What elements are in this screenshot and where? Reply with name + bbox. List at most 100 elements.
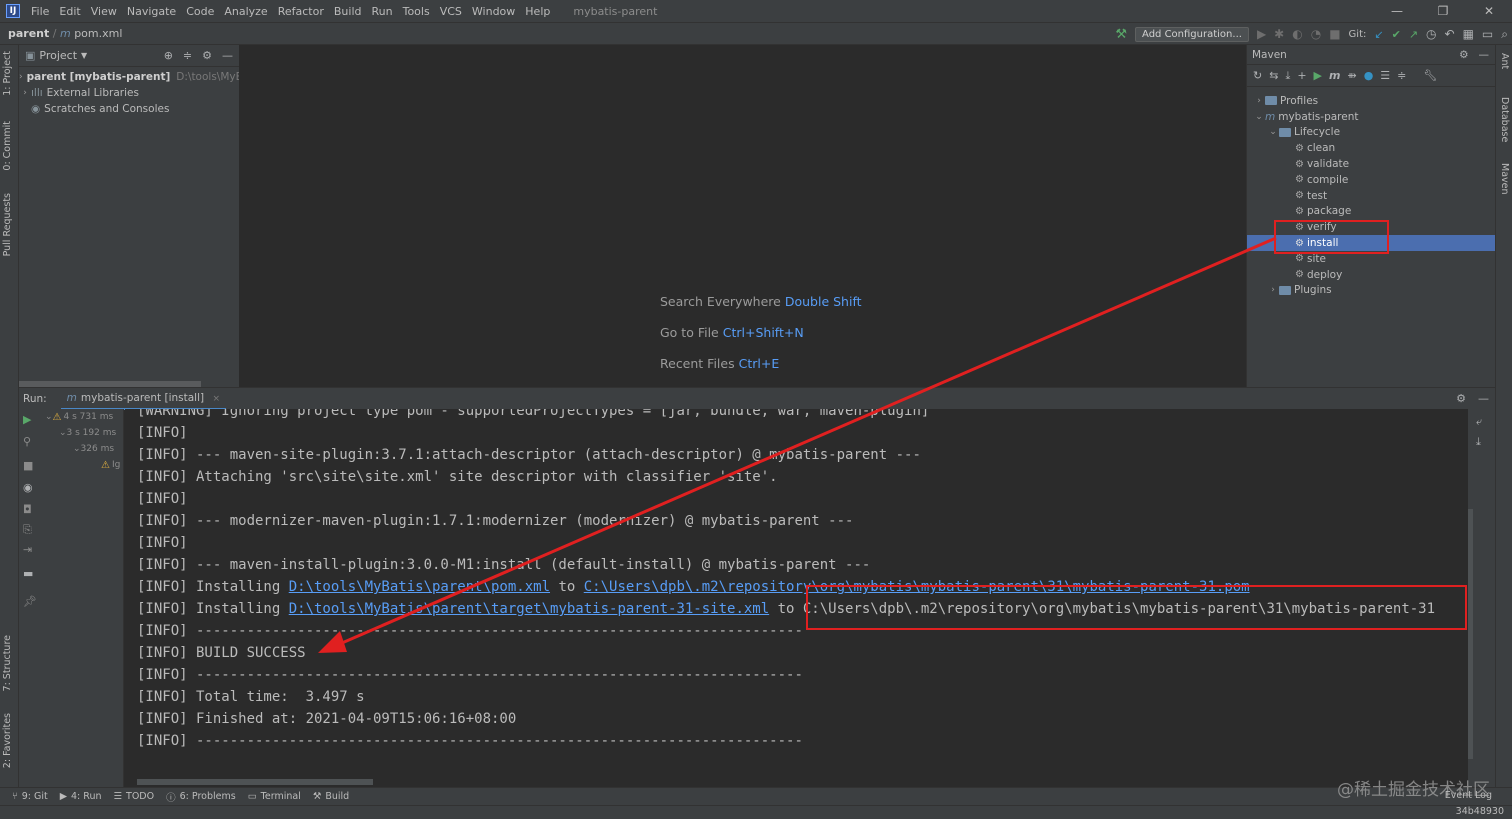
eye-icon[interactable]: ◉ [23, 481, 33, 494]
debug-icon[interactable]: ✱ [1274, 27, 1284, 41]
breadcrumb-project[interactable]: parent [8, 27, 49, 40]
login-icon[interactable]: ⇥ [23, 543, 32, 556]
chevron-right-icon[interactable]: › [19, 72, 23, 82]
run-tree-item[interactable]: ⌄ 3 s 192 ms [39, 425, 123, 441]
run-icon[interactable]: ▶ [1257, 27, 1266, 41]
download-icon[interactable]: ⤓ [1285, 69, 1290, 83]
search-icon[interactable]: ⌕ [1501, 27, 1508, 42]
execute-goal-icon[interactable]: m [1329, 69, 1340, 82]
tree-item-parent[interactable]: › parent [mybatis-parent] D:\tools\MyBat [19, 69, 239, 85]
menu-view[interactable]: View [86, 5, 122, 18]
run-icon[interactable]: ▶ [1314, 69, 1322, 82]
chevron-down-icon[interactable]: ▼ [81, 51, 87, 60]
chevron-down-icon[interactable]: ⌄ [1253, 112, 1265, 122]
chevron-right-icon[interactable]: › [19, 88, 31, 98]
skip-tests-icon[interactable]: ⇻ [1347, 69, 1356, 82]
add-icon[interactable]: + [1297, 69, 1306, 82]
menu-window[interactable]: Window [467, 5, 520, 18]
add-configuration-button[interactable]: Add Configuration... [1135, 26, 1249, 42]
git-update-icon[interactable]: ↙ [1374, 28, 1383, 41]
run-tree-root[interactable]: ⌄ ⚠ 4 s 731 ms [39, 409, 123, 425]
rollback-icon[interactable]: ↶ [1445, 27, 1455, 41]
menu-vcs[interactable]: VCS [435, 5, 467, 18]
menu-edit[interactable]: Edit [54, 5, 85, 18]
tab-problems[interactable]: ⓘ 6: Problems [166, 790, 236, 804]
console-horizontal-scrollbar[interactable] [137, 779, 373, 785]
coverage-icon[interactable]: ◐ [1292, 27, 1302, 41]
maven-goal-clean[interactable]: ⚙ clean [1247, 140, 1495, 156]
event-log-button[interactable]: Event Log [1445, 790, 1492, 801]
maven-goal-test[interactable]: ⚙ test [1247, 188, 1495, 204]
menu-run[interactable]: Run [367, 5, 398, 18]
tab-structure[interactable]: 7: Structure [2, 635, 13, 691]
menu-file[interactable]: File [26, 5, 54, 18]
chevron-down-icon[interactable]: ⌄ [59, 428, 67, 438]
gear-icon[interactable]: ⚙ [1459, 49, 1468, 61]
hide-icon[interactable]: — [222, 49, 233, 62]
git-push-icon[interactable]: ↗ [1409, 28, 1418, 41]
offline-toggle-icon[interactable]: ⚲ [23, 435, 31, 448]
tab-database[interactable]: Database [1499, 97, 1510, 142]
console-link-source[interactable]: D:\tools\MyBatis\parent\pom.xml [289, 579, 550, 595]
generate-sources-icon[interactable]: ⇆ [1269, 69, 1278, 82]
run-tree-item[interactable]: ⚠ Ig [39, 457, 123, 473]
git-branch-hash[interactable]: 34b48930 [1456, 806, 1504, 817]
gear-icon[interactable]: ⚙ [202, 49, 212, 62]
tab-run-config[interactable]: m mybatis-parent [install] × [60, 388, 227, 410]
menu-navigate[interactable]: Navigate [122, 5, 181, 18]
menu-tools[interactable]: Tools [398, 5, 435, 18]
maven-lifecycle[interactable]: ⌄ Lifecycle [1247, 125, 1495, 141]
collapse-all-icon[interactable]: ≑ [183, 49, 192, 62]
tab-git[interactable]: ⑂ 9: Git [12, 791, 48, 802]
hide-icon[interactable]: — [1478, 392, 1489, 405]
maven-goal-compile[interactable]: ⚙ compile [1247, 172, 1495, 188]
reload-icon[interactable]: ↻ [1253, 69, 1262, 82]
chevron-right-icon[interactable]: › [1253, 96, 1265, 106]
menu-refactor[interactable]: Refactor [273, 5, 329, 18]
project-structure-icon[interactable]: ▦ [1463, 27, 1474, 41]
settings-wrench-icon[interactable]: 🔧︎ [1423, 69, 1437, 82]
menu-help[interactable]: Help [520, 5, 555, 18]
profile-icon[interactable]: ◔ [1311, 27, 1321, 41]
maven-goal-deploy[interactable]: ⚙ deploy [1247, 267, 1495, 283]
console-vertical-scrollbar[interactable] [1468, 509, 1473, 759]
tab-pull-requests[interactable]: Pull Requests [2, 193, 13, 256]
soft-wrap-icon[interactable]: ⤶ [1476, 415, 1482, 429]
collapse-icon[interactable]: ≑ [1397, 69, 1406, 82]
build-hammer-icon[interactable]: ⚒ [1115, 27, 1127, 42]
stop-icon[interactable]: ■ [1329, 27, 1340, 41]
layout-icon[interactable]: ▬ [23, 567, 33, 580]
pin-icon[interactable]: 📌︎ [23, 595, 37, 608]
tab-terminal[interactable]: ▭ Terminal [248, 791, 301, 802]
close-icon[interactable]: ✕ [1466, 0, 1512, 23]
menu-build[interactable]: Build [329, 5, 367, 18]
tab-favorites[interactable]: 2: Favorites [2, 713, 13, 768]
rerun-icon[interactable]: ▶ [23, 413, 31, 426]
hide-icon[interactable]: — [1479, 49, 1490, 61]
locate-icon[interactable]: ⊕ [164, 49, 173, 62]
tab-run[interactable]: ▶ 4: Run [60, 791, 102, 802]
offline-icon[interactable]: ● [1364, 69, 1374, 82]
tab-project[interactable]: 1: Project [2, 51, 13, 96]
export-icon[interactable]: ⎘ [23, 523, 32, 537]
stop-icon[interactable]: ■ [23, 459, 33, 472]
tree-item-external-libraries[interactable]: › ıllı External Libraries [19, 85, 239, 101]
close-icon[interactable]: × [212, 394, 220, 404]
menu-analyze[interactable]: Analyze [219, 5, 272, 18]
chevron-down-icon[interactable]: ⌄ [45, 412, 53, 422]
tab-maven[interactable]: Maven [1499, 163, 1510, 195]
tab-todo[interactable]: ☰ TODO [114, 791, 155, 802]
maven-goal-package[interactable]: ⚙ package [1247, 204, 1495, 220]
menu-code[interactable]: Code [181, 5, 219, 18]
git-commit-icon[interactable]: ✔ [1392, 28, 1401, 41]
run-tree-item[interactable]: ⌄ 326 ms [39, 441, 123, 457]
history-icon[interactable]: ◷ [1426, 27, 1436, 41]
tab-commit[interactable]: 0: Commit [2, 121, 13, 171]
maven-profiles[interactable]: › Profiles [1247, 93, 1495, 109]
show-dependencies-icon[interactable]: ☰ [1380, 69, 1390, 82]
tree-item-scratches[interactable]: ◉ Scratches and Consoles [19, 101, 239, 117]
chevron-right-icon[interactable]: › [1267, 285, 1279, 295]
chevron-down-icon[interactable]: ⌄ [1267, 127, 1279, 137]
maven-plugins[interactable]: › Plugins [1247, 283, 1495, 299]
breadcrumb-file[interactable]: pom.xml [74, 27, 122, 40]
